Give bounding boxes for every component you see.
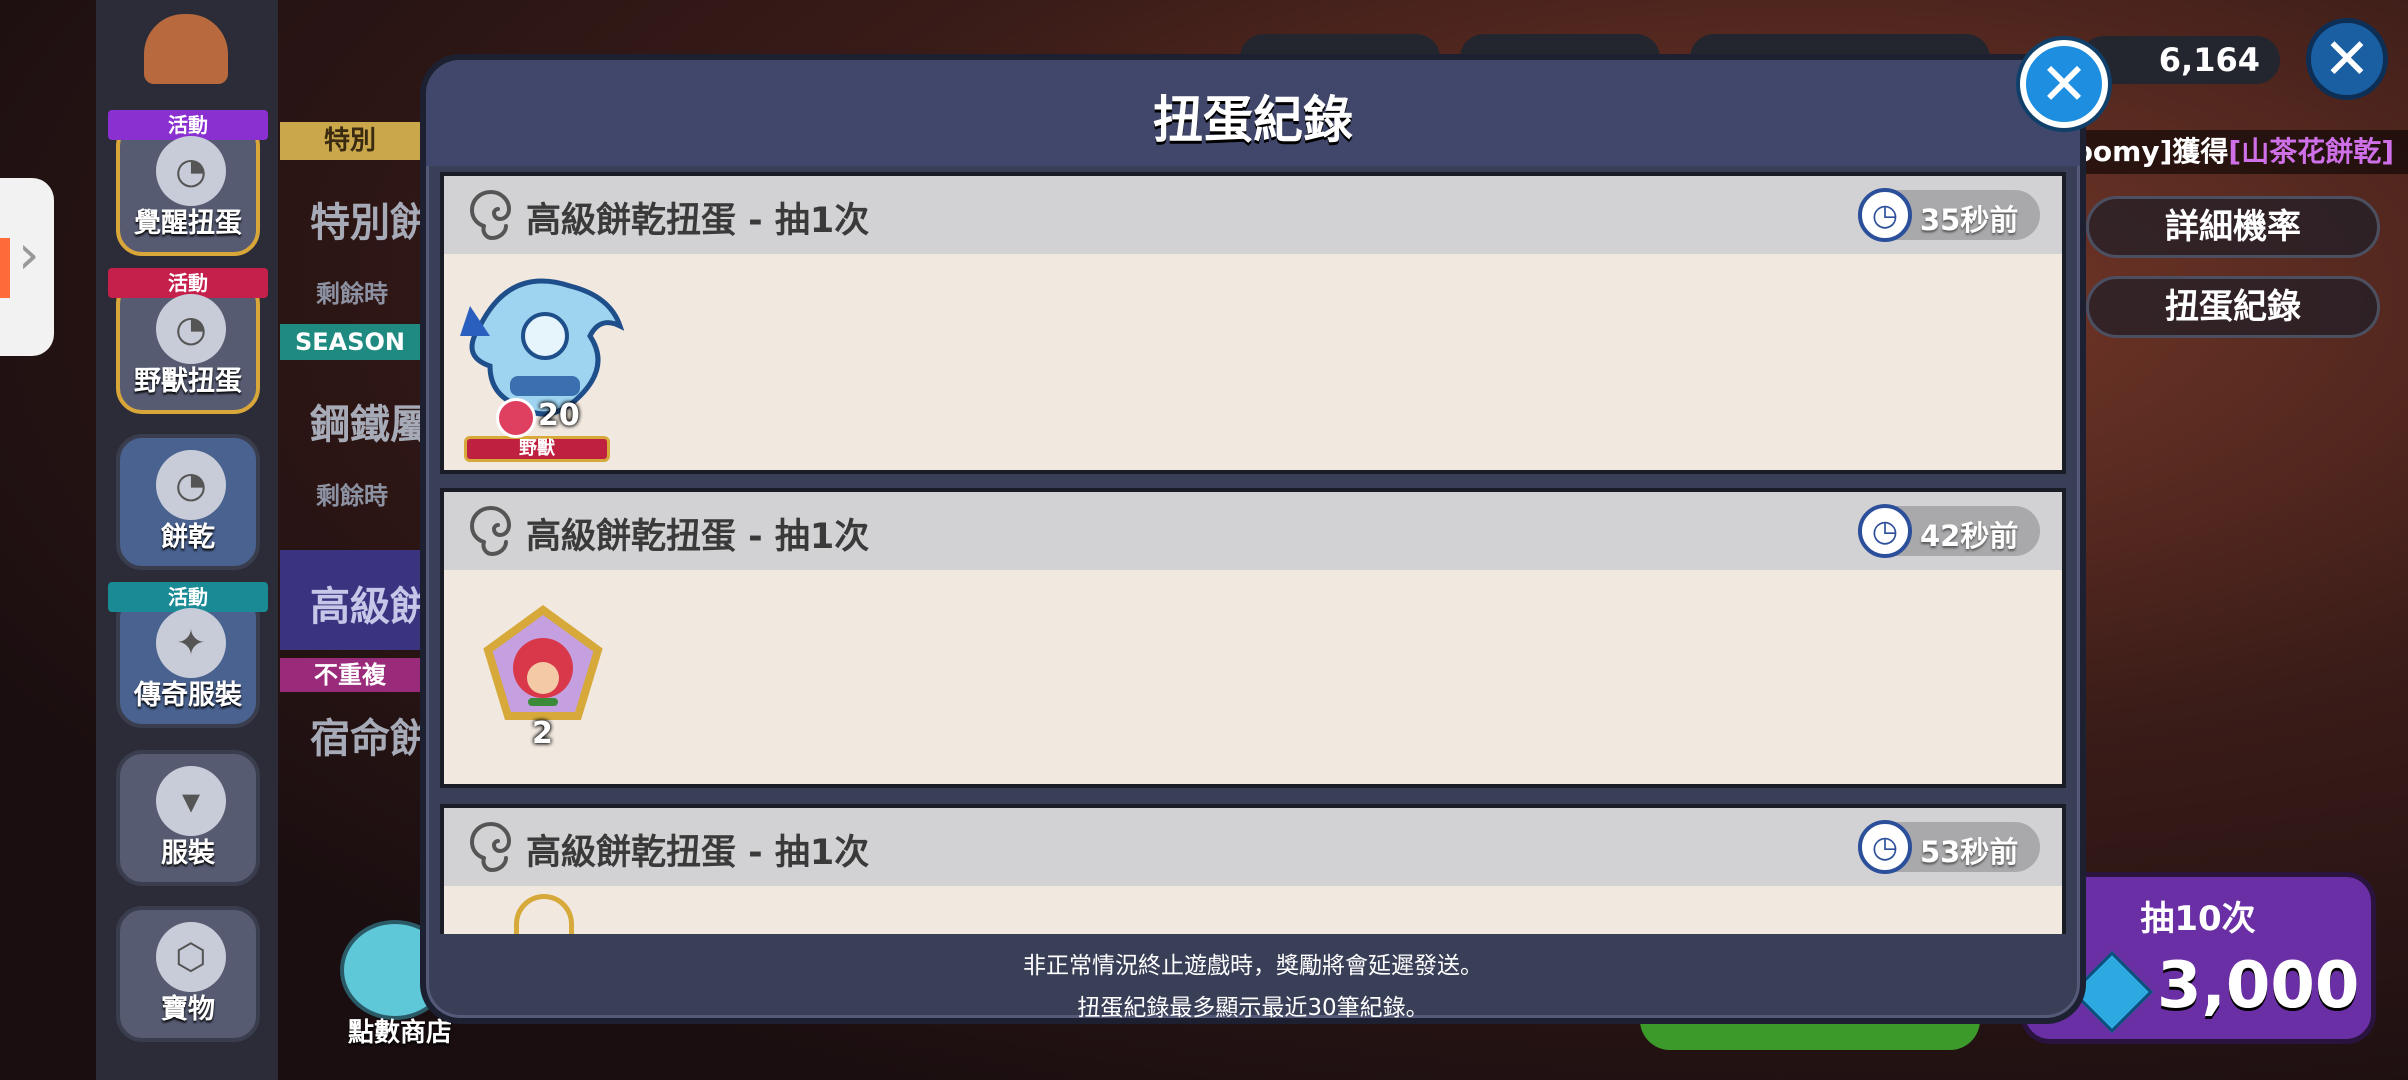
sidebar-item-label: 餅乾 <box>161 522 215 553</box>
entry-time-text: 53秒前 <box>1920 835 2019 869</box>
entry-time: ◷ 35秒前 <box>1858 188 2040 242</box>
entry-time: ◷ 42秒前 <box>1858 504 2040 558</box>
gacha-category-sidebar: 活動 ◔ 覺醒扭蛋 活動 ◔ 野獸扭蛋 ◔ 餅乾 活動 ✦ 傳奇服裝 ▾ 服裝 … <box>96 0 278 1080</box>
entry-time: ◷ 53秒前 <box>1858 820 2040 874</box>
sidebar-item-label: 野獸扭蛋 <box>134 366 242 397</box>
gacha-swirl-icon <box>469 190 512 241</box>
footer-note-delay: 非正常情況終止遊戲時，獎勵將會延遲發送。 <box>1023 953 1483 979</box>
close-icon: ✕ <box>2039 50 2089 118</box>
beast-grade-tag: 野獸 <box>464 436 610 462</box>
entry-header: 高級餅乾扭蛋 - 抽1次 ◷ 53秒前 <box>444 808 2062 886</box>
screen-close-button[interactable]: ✕ <box>2306 18 2388 100</box>
premium-gacha-title: 高級餅 <box>310 584 430 630</box>
gem-counter: 6,164 <box>2080 36 2280 84</box>
gacha-swirl-icon <box>469 822 512 873</box>
reward-item[interactable]: 2 <box>480 604 610 754</box>
cookie-face-icon: ◔ <box>156 450 226 520</box>
entry-time-text: 42秒前 <box>1920 519 2019 553</box>
no-repeat-tag: 不重複 <box>280 658 420 692</box>
history-list[interactable]: 高級餅乾扭蛋 - 抽1次 ◷ 35秒前 野獸 20 高級餅乾扭蛋 - 抽1次 ◷… <box>440 172 2066 934</box>
sidebar-item-label: 服裝 <box>161 838 215 869</box>
edge-stripe <box>0 238 10 298</box>
gacha-history-modal: 扭蛋紀錄 ✕ 高級餅乾扭蛋 - 抽1次 ◷ 35秒前 野獸 20 高級餅乾扭蛋 … <box>420 40 2108 1024</box>
modal-title: 扭蛋紀錄 <box>1153 91 1353 149</box>
remaining-time-label: 剩餘時 <box>316 280 388 308</box>
reward-count: 20 <box>538 398 580 433</box>
notice-item: [山茶花餅乾] <box>2228 135 2394 168</box>
reward-item-partial <box>514 894 574 934</box>
special-tag: 特別 <box>280 122 420 160</box>
sidebar-item-label: 覺醒扭蛋 <box>134 208 242 239</box>
entry-title: 高級餅乾扭蛋 - 抽1次 <box>526 201 870 241</box>
gem-count: 6,164 <box>2158 41 2260 79</box>
cookie-face-icon: ◔ <box>156 294 226 364</box>
chevron-right-icon: › <box>18 223 40 286</box>
house-icon[interactable] <box>144 14 228 84</box>
game-screen: › 活動 ◔ 覺醒扭蛋 活動 ◔ 野獸扭蛋 ◔ 餅乾 活動 ✦ 傳奇服裝 ▾ 服… <box>0 0 2408 1080</box>
gacha-swirl-icon <box>469 506 512 557</box>
history-entry: 高級餅乾扭蛋 - 抽1次 ◷ 42秒前 2 <box>440 488 2066 788</box>
entry-title: 高級餅乾扭蛋 - 抽1次 <box>526 833 870 873</box>
history-entry: 高級餅乾扭蛋 - 抽1次 ◷ 53秒前 <box>440 804 2066 934</box>
modal-close-button[interactable]: ✕ <box>2020 40 2108 128</box>
clock-icon: ◷ <box>1858 504 1912 558</box>
sidebar-item-treasure[interactable]: ⬡ 寶物 <box>116 906 260 1042</box>
cookie-face-icon: ◔ <box>156 136 226 206</box>
reward-count: 2 <box>532 716 553 751</box>
detailed-rates-button[interactable]: 詳細機率 <box>2086 196 2380 258</box>
footer-note-limit: 扭蛋紀錄最多顯示最近30筆紀錄。 <box>1077 995 1429 1021</box>
camellia-cookie-soulstone-icon <box>483 605 603 720</box>
history-entry: 高級餅乾扭蛋 - 抽1次 ◷ 35秒前 野獸 20 <box>440 172 2066 474</box>
special-gacha-title[interactable]: 特別餅 <box>310 190 430 248</box>
sidebar-item-cookie[interactable]: ◔ 餅乾 <box>116 434 260 570</box>
remaining-time-label: 剩餘時 <box>316 482 388 510</box>
soulstone-icon <box>496 398 536 438</box>
reward-item[interactable]: 野獸 20 <box>450 266 630 462</box>
clock-icon: ◷ <box>1858 188 1912 242</box>
modal-header: 扭蛋紀錄 <box>426 60 2080 166</box>
fate-gacha-title[interactable]: 宿命餅 <box>310 706 430 764</box>
sidebar-item-label: 傳奇服裝 <box>134 680 242 711</box>
clock-icon: ◷ <box>1858 820 1912 874</box>
entry-title: 高級餅乾扭蛋 - 抽1次 <box>526 517 870 557</box>
sidebar-item-awaken-gacha[interactable]: 活動 ◔ 覺醒扭蛋 <box>108 110 268 256</box>
sidebar-item-legendary-costume[interactable]: 活動 ✦ 傳奇服裝 <box>108 582 268 728</box>
sidebar-item-costume[interactable]: ▾ 服裝 <box>116 750 260 886</box>
gacha-history-button[interactable]: 扭蛋紀錄 <box>2086 276 2380 338</box>
entry-time-text: 35秒前 <box>1920 203 2019 237</box>
sidebar-item-label: 寶物 <box>161 994 215 1025</box>
shirt-icon: ✦ <box>156 608 226 678</box>
edge-drawer-handle[interactable]: › <box>0 178 54 356</box>
close-icon: ✕ <box>2323 26 2371 92</box>
draw-10-price: 3,000 <box>2157 949 2360 1023</box>
hexagon-icon: ⬡ <box>156 922 226 992</box>
shirt-icon: ▾ <box>156 766 226 836</box>
steel-gacha-title[interactable]: 鋼鐵屬 <box>310 392 430 450</box>
entry-header: 高級餅乾扭蛋 - 抽1次 ◷ 35秒前 <box>444 176 2062 254</box>
entry-header: 高級餅乾扭蛋 - 抽1次 ◷ 42秒前 <box>444 492 2062 570</box>
season-tag: SEASON <box>280 324 420 360</box>
sidebar-item-beast-gacha[interactable]: 活動 ◔ 野獸扭蛋 <box>108 268 268 414</box>
